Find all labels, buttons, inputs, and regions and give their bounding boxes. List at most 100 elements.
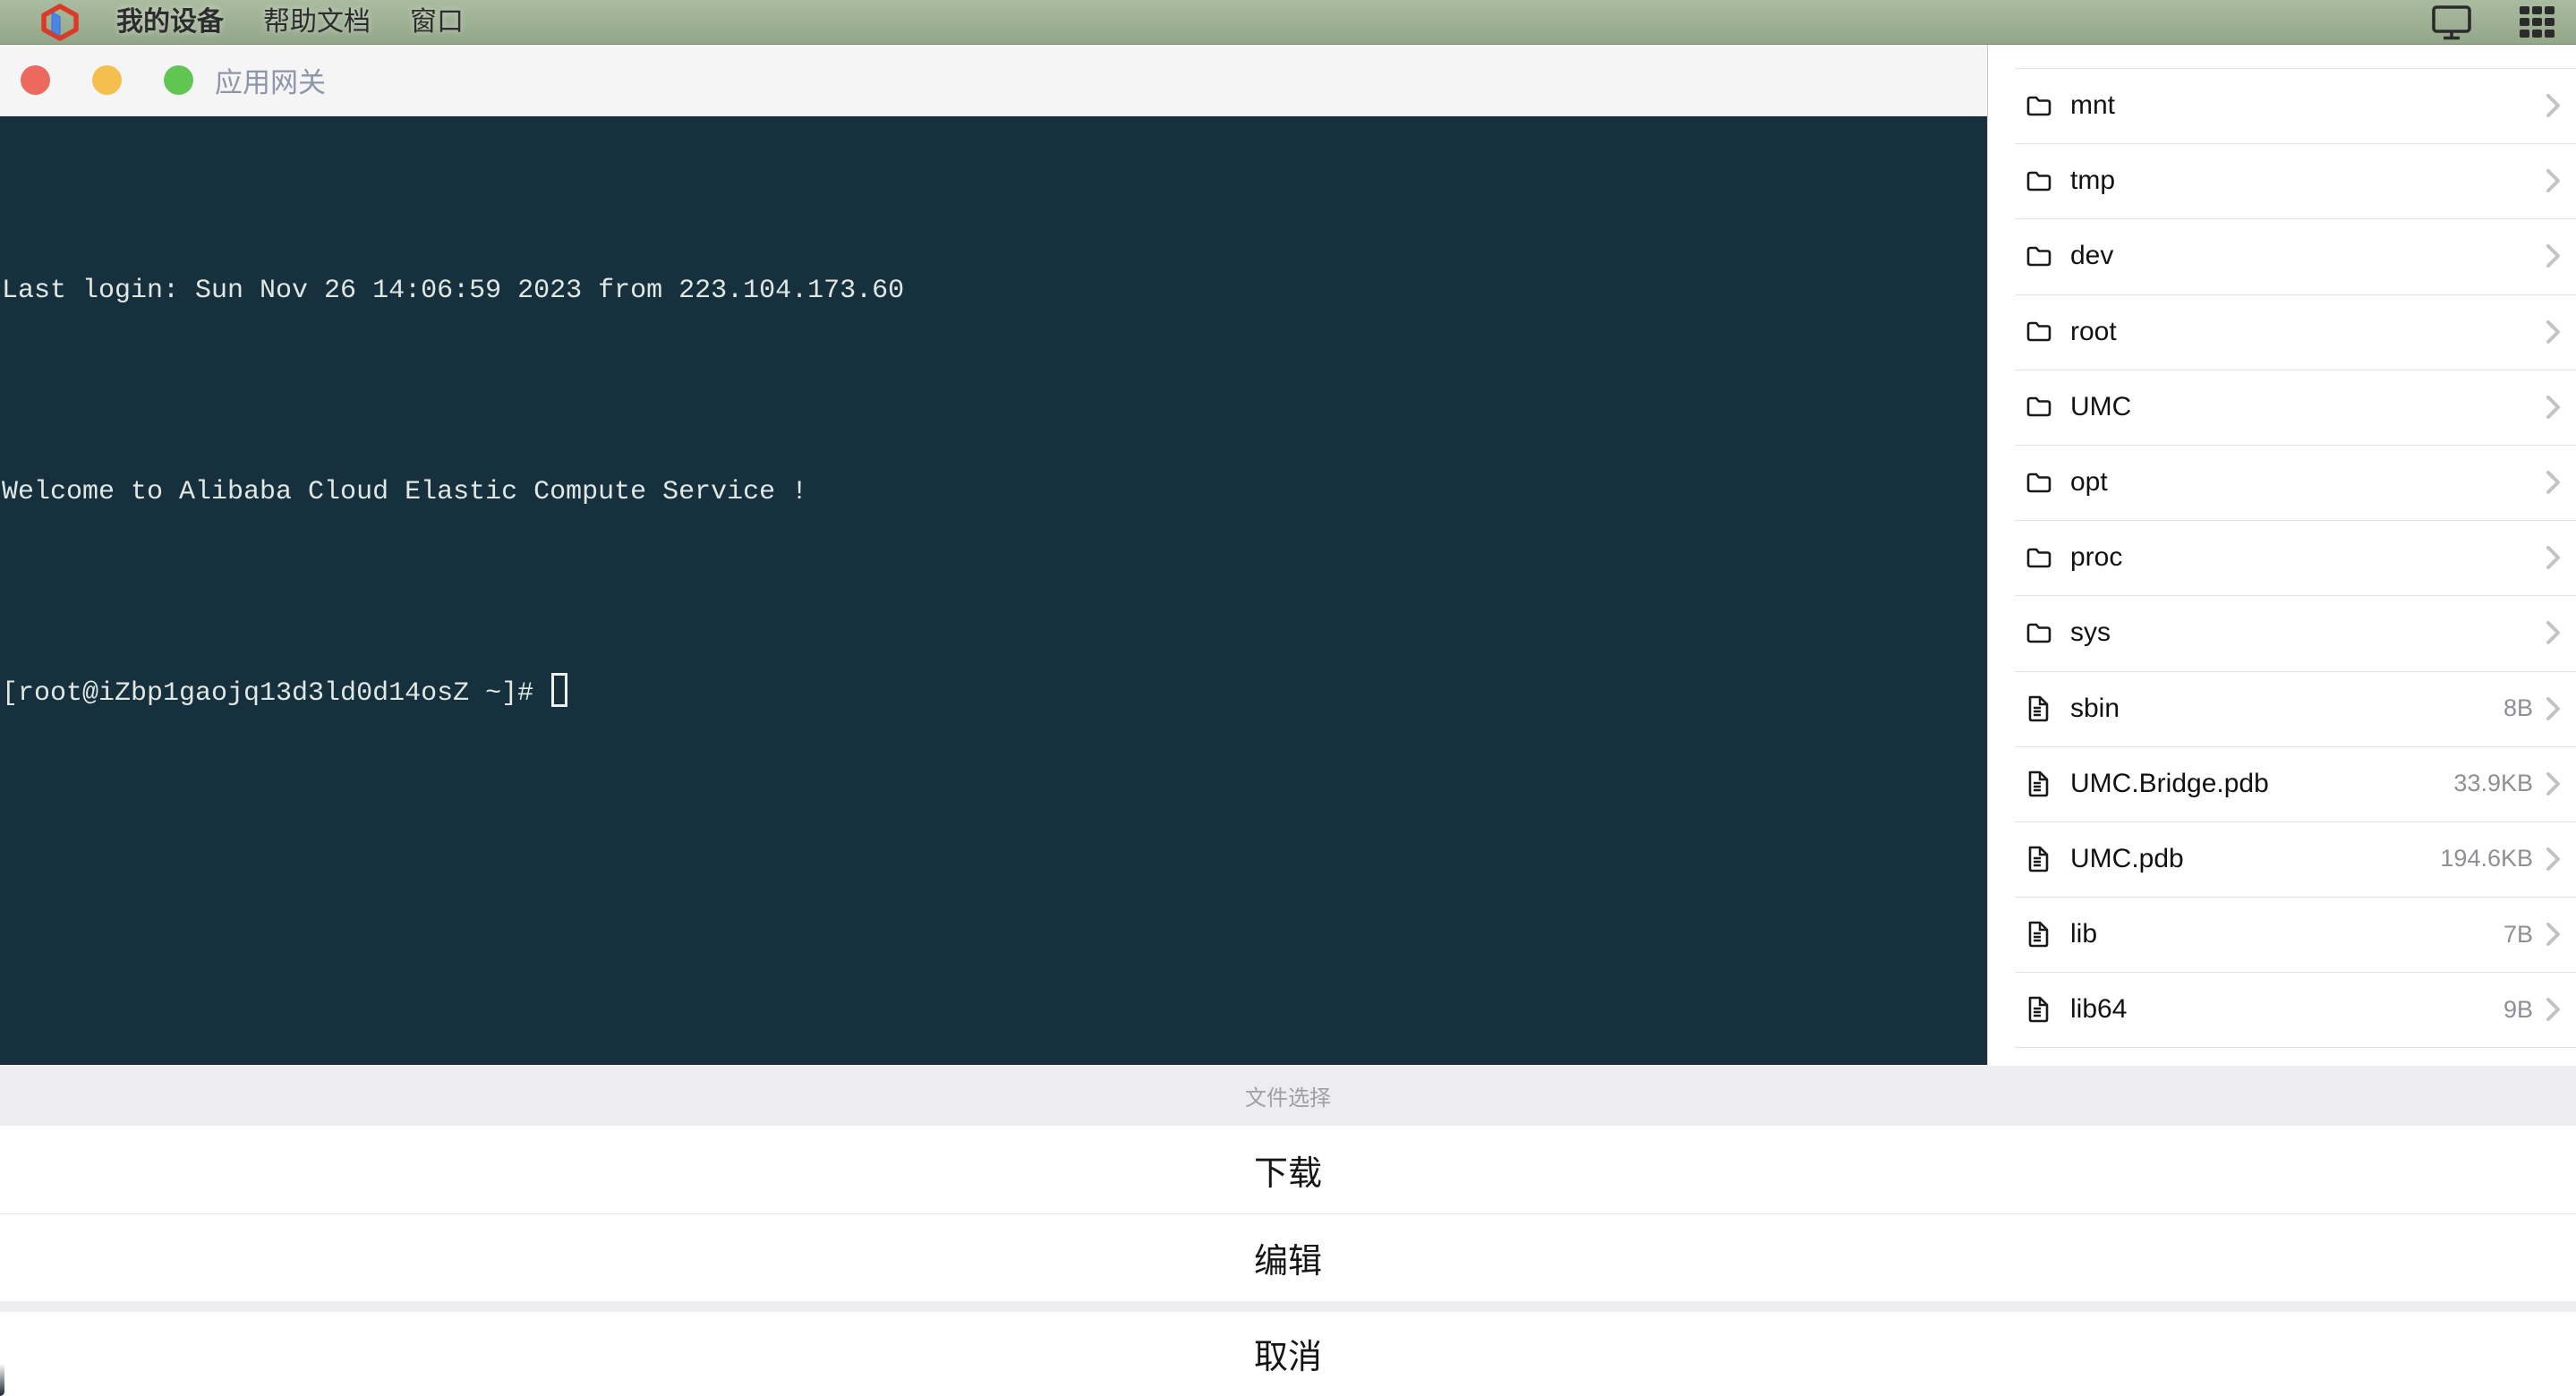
menu-item-help-docs[interactable]: 帮助文档 xyxy=(263,0,371,45)
document-icon xyxy=(2028,846,2049,872)
document-icon xyxy=(2028,921,2049,948)
file-row-opt[interactable]: opt xyxy=(1988,444,2576,520)
chevron-right-icon xyxy=(2546,244,2560,268)
sheet-divider xyxy=(0,1301,2576,1312)
file-name: UMC xyxy=(2070,391,2132,421)
file-name: UMC.pdb xyxy=(2070,843,2184,873)
folder-icon xyxy=(2026,548,2051,568)
folder-icon xyxy=(2026,546,2056,570)
file-row-sys[interactable]: sys xyxy=(1988,595,2576,670)
chevron-right-icon xyxy=(2544,693,2563,725)
terminal-prompt-line: [root@iZbp1gaojq13d3ld0d14osZ ~]# xyxy=(2,660,1987,728)
chevron-right-icon xyxy=(2544,541,2563,574)
zoom-window-button[interactable] xyxy=(164,65,193,95)
terminal-output[interactable]: Last login: Sun Nov 26 14:06:59 2023 fro… xyxy=(0,116,1987,1065)
folder-icon xyxy=(2026,321,2051,342)
chevron-right-icon xyxy=(2544,466,2563,498)
action-edit-button[interactable]: 编辑 xyxy=(0,1213,2576,1301)
file-row-lib[interactable]: lib 7B xyxy=(1988,897,2576,972)
file-name: UMC.Bridge.pdb xyxy=(2070,768,2269,798)
action-sheet-title: 文件选择 xyxy=(0,1066,2576,1126)
chevron-right-icon xyxy=(2546,169,2560,193)
file-name: root xyxy=(2070,316,2117,346)
file-row-lib64[interactable]: lib64 9B xyxy=(1988,972,2576,1047)
file-name: sbin xyxy=(2070,693,2120,723)
chevron-right-icon xyxy=(2546,621,2560,645)
document-icon xyxy=(2026,845,2056,873)
file-row-sbin[interactable]: sbin 8B xyxy=(1988,670,2576,746)
chevron-right-icon xyxy=(2544,89,2563,122)
terminal-prompt: [root@iZbp1gaojq13d3ld0d14osZ ~]# xyxy=(2,678,550,709)
chevron-right-icon xyxy=(2546,471,2560,495)
chevron-right-icon xyxy=(2546,546,2560,570)
file-browser-panel: mnt tmp dev root UMC opt proc sys sbin 8… xyxy=(1987,45,2576,1066)
menu-item-my-devices[interactable]: 我的设备 xyxy=(116,0,224,45)
file-list-top-spacer xyxy=(1988,45,2576,68)
chevron-right-icon xyxy=(2544,165,2563,197)
file-row-proc[interactable]: proc xyxy=(1988,520,2576,595)
file-row-UMC.Bridge[interactable]: UMC.Bridge73.3MB xyxy=(1988,1047,2576,1066)
chevron-right-icon xyxy=(2546,319,2560,344)
folder-icon xyxy=(2026,94,2056,118)
file-row-mnt[interactable]: mnt xyxy=(1988,68,2576,143)
file-row-dev[interactable]: dev xyxy=(1988,218,2576,294)
document-icon xyxy=(2026,770,2056,798)
folder-icon xyxy=(2026,171,2051,192)
file-row-UMC.pdb[interactable]: UMC.pdb 194.6KB xyxy=(1988,821,2576,897)
action-download-button[interactable]: 下载 xyxy=(0,1126,2576,1213)
document-icon xyxy=(2028,695,2049,721)
chevron-right-icon xyxy=(2546,847,2560,871)
chevron-right-icon xyxy=(2544,918,2563,950)
menu-bar-status-icons xyxy=(2431,4,2556,40)
terminal-titlebar[interactable]: 应用网关 xyxy=(0,45,1987,116)
folder-icon xyxy=(2026,96,2051,115)
folder-icon xyxy=(2026,246,2051,267)
file-name: mnt xyxy=(2070,90,2116,121)
terminal-cursor xyxy=(551,673,568,707)
file-row-tmp[interactable]: tmp xyxy=(1988,143,2576,218)
terminal-output-line: Welcome to Alibaba Cloud Elastic Compute… xyxy=(2,477,808,507)
menu-item-window[interactable]: 窗口 xyxy=(410,0,464,45)
file-size: 194.6KB xyxy=(2440,845,2533,872)
folder-icon xyxy=(2026,397,2051,417)
chevron-right-icon xyxy=(2544,843,2563,875)
document-icon xyxy=(2028,997,2049,1023)
folder-icon xyxy=(2026,244,2056,268)
menu-items: 我的设备 帮助文档 窗口 xyxy=(116,0,464,45)
app-grid-icon[interactable] xyxy=(2519,4,2556,40)
chevron-right-icon xyxy=(2546,771,2560,796)
chevron-right-icon xyxy=(2546,923,2560,947)
chevron-right-icon xyxy=(2546,998,2560,1022)
app-logo-icon[interactable] xyxy=(39,4,81,41)
chevron-right-icon xyxy=(2546,94,2560,118)
file-name: lib xyxy=(2070,919,2098,949)
file-size: 33.9KB xyxy=(2453,770,2533,797)
close-window-button[interactable] xyxy=(21,65,50,95)
file-size: 8B xyxy=(2503,694,2533,722)
minimize-window-button[interactable] xyxy=(92,65,122,95)
folder-icon xyxy=(2026,395,2056,419)
action-cancel-button[interactable]: 取消 xyxy=(0,1312,2576,1395)
display-icon[interactable] xyxy=(2431,4,2472,40)
file-name: tmp xyxy=(2070,166,2116,196)
folder-icon xyxy=(2026,319,2056,344)
file-name: proc xyxy=(2070,542,2123,573)
folder-icon xyxy=(2026,472,2051,492)
file-name: opt xyxy=(2070,467,2108,498)
chevron-right-icon xyxy=(2544,617,2563,649)
chevron-right-icon xyxy=(2546,696,2560,720)
folder-icon xyxy=(2026,169,2056,193)
window-title: 应用网关 xyxy=(215,67,326,98)
chevron-right-icon xyxy=(2544,316,2563,348)
file-row-UMC.Bridge.pdb[interactable]: UMC.Bridge.pdb 33.9KB xyxy=(1988,745,2576,821)
file-name: sys xyxy=(2070,617,2111,648)
file-row-root[interactable]: root xyxy=(1988,294,2576,370)
file-list: mnt tmp dev root UMC opt proc sys sbin 8… xyxy=(1988,68,2576,1066)
document-icon xyxy=(2026,920,2056,949)
file-name: lib64 xyxy=(2070,994,2128,1025)
document-icon xyxy=(2028,770,2049,797)
chevron-right-icon xyxy=(2544,391,2563,423)
action-sheet: 文件选择 下载 编辑 取消 xyxy=(0,1066,2576,1396)
file-row-UMC[interactable]: UMC xyxy=(1988,369,2576,445)
terminal-output-line: Last login: Sun Nov 26 14:06:59 2023 fro… xyxy=(2,276,905,306)
